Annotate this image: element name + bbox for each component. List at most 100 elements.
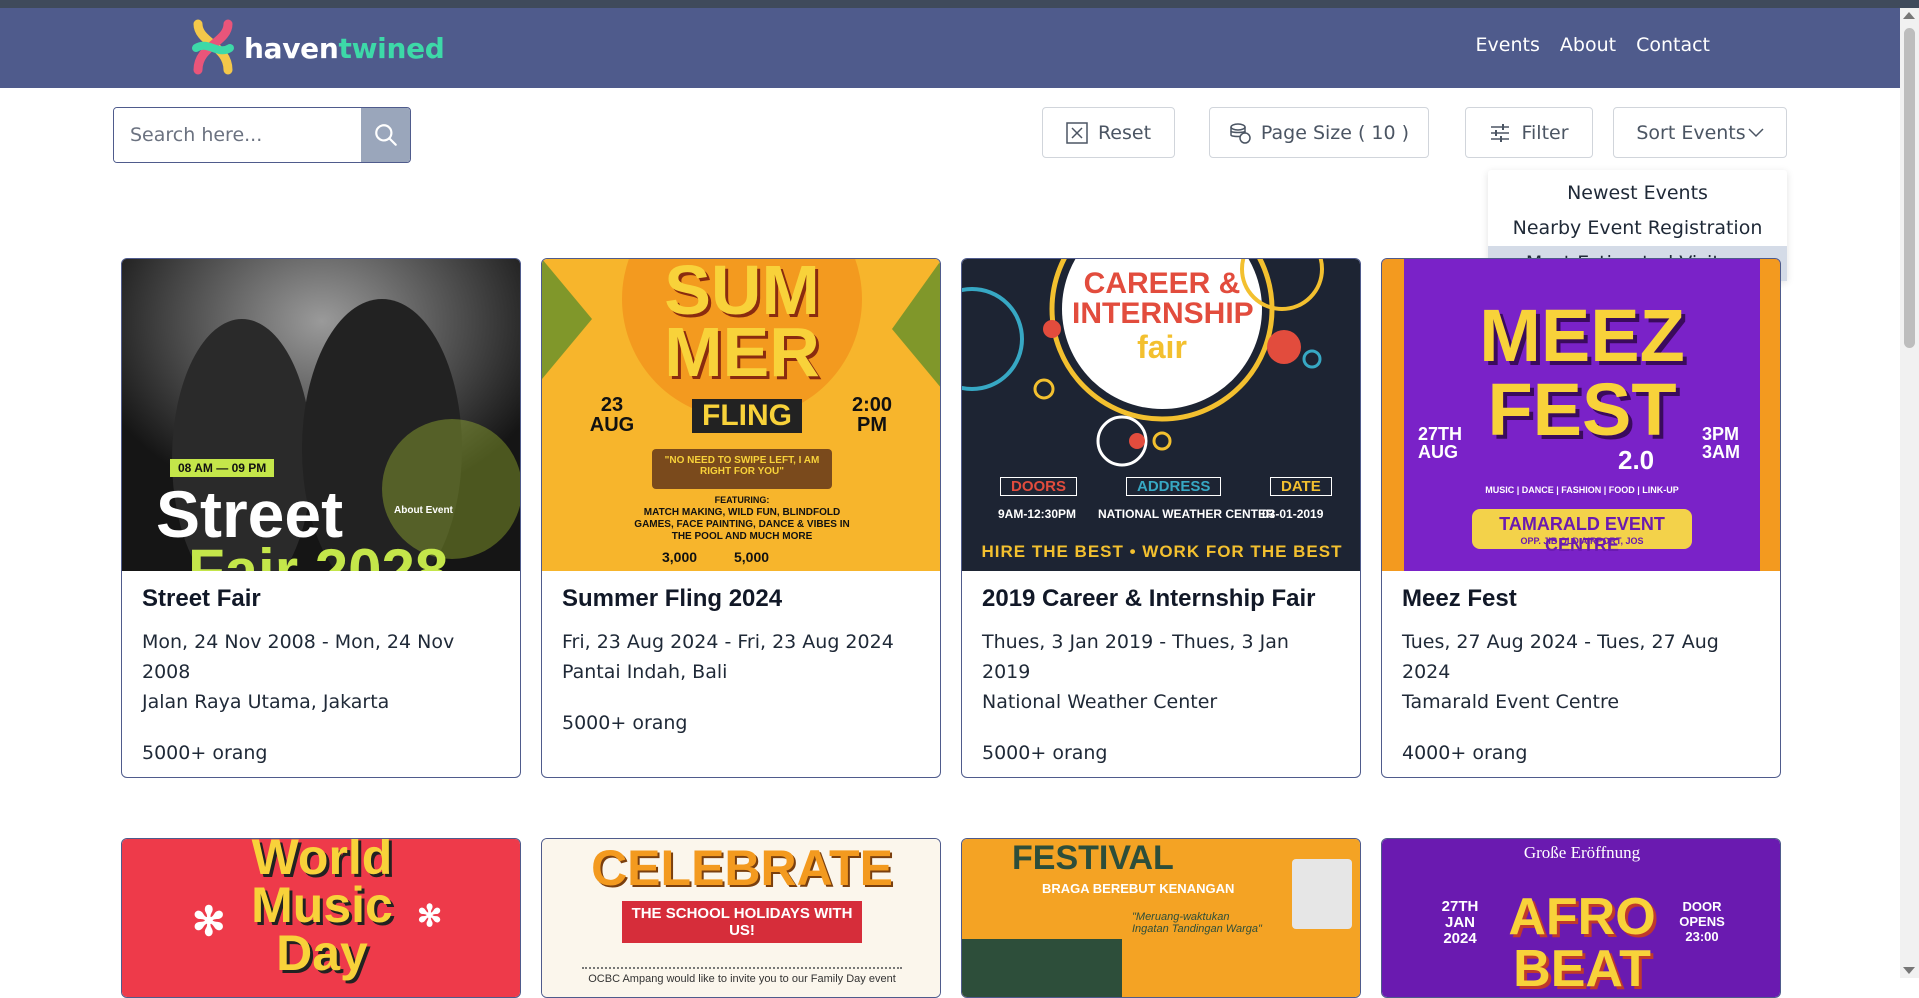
- poster-headline: MEEZ FEST: [1479, 294, 1685, 451]
- event-card[interactable]: World Music Day ✻ ✻: [121, 838, 521, 998]
- nav-link-events[interactable]: Events: [1476, 34, 1540, 56]
- poster-tag: "NO NEED TO SWIPE LEFT, I AM RIGHT FOR Y…: [664, 455, 820, 477]
- poster-label-date: DATE: [1270, 477, 1332, 496]
- poster-photo: [962, 939, 1122, 997]
- event-card[interactable]: CAREER & INTERNSHIP fair DOORS ADDRESS D…: [961, 258, 1361, 778]
- event-card[interactable]: CELEBRATE THE SCHOOL HOLIDAYS WITH US! O…: [541, 838, 941, 998]
- poster-time: DOOR OPENS 23:00: [1679, 899, 1725, 944]
- search-button[interactable]: [361, 108, 410, 162]
- poster-label-doors: DOORS: [1000, 477, 1078, 496]
- poster-photo: [1292, 859, 1352, 929]
- event-title: Street Fair: [142, 585, 261, 612]
- poster-value-address: NATIONAL WEATHER CENTER: [1098, 507, 1275, 521]
- event-card[interactable]: SUM MER FLING 23 AUG 2:00 PM "NO NEED TO…: [541, 258, 941, 778]
- poster-value-doors: 9AM-12:30PM: [998, 507, 1077, 521]
- event-card[interactable]: 08 AM — 09 PM Street Fair 2028 About Eve…: [121, 258, 521, 778]
- poster-sub: BRAGA BEREBUT KENANGAN: [1042, 881, 1235, 896]
- poster-version: 2.0: [1618, 445, 1655, 475]
- event-date: Thues, 3 Jan 2019 - Thues, 3 Jan 2019: [982, 631, 1289, 683]
- poster-details: MATCH MAKING, WILD FUN, BLINDFOLD GAMES,…: [634, 507, 850, 542]
- event-date: Tues, 27 Aug 2024 - Tues, 27 Aug 2024: [1402, 631, 1719, 683]
- event-date: Fri, 23 Aug 2024 - Fri, 23 Aug 2024: [562, 631, 894, 653]
- poster-quote: "Meruang-waktukan Ingatan Tandingan Warg…: [1132, 911, 1262, 935]
- event-title: 2019 Career & Internship Fair: [982, 585, 1316, 612]
- poster-headline: CELEBRATE: [591, 840, 893, 896]
- event-date: Mon, 24 Nov 2008 - Mon, 24 Nov 2008: [142, 631, 455, 683]
- brand-logo[interactable]: haventwined: [190, 18, 445, 78]
- scrollbar-thumb[interactable]: [1904, 28, 1915, 348]
- event-card[interactable]: FESTIVAL BRAGA BEREBUT KENANGAN "Meruang…: [961, 838, 1361, 998]
- page-size-label: Page Size ( 10 ): [1260, 121, 1410, 144]
- poster-headline: AFRO BEAT: [1508, 888, 1656, 998]
- poster-headline: World Music Day: [251, 839, 393, 981]
- logo-icon: [190, 18, 236, 78]
- poster-price-2: 5,000: [734, 549, 770, 565]
- event-title: Meez Fest: [1402, 585, 1517, 612]
- search-icon: [374, 124, 397, 146]
- coins-icon: [1230, 122, 1251, 144]
- poster-venue: TAMARALD EVENT CENTRE: [1499, 514, 1665, 555]
- poster-footer: HIRE THE BEST • WORK FOR THE BEST: [981, 542, 1343, 561]
- poster-headline: CAREER & INTERNSHIP: [1072, 267, 1254, 330]
- event-title: Summer Fling 2024: [562, 585, 783, 612]
- page-size-button[interactable]: Page Size ( 10 ): [1209, 107, 1429, 158]
- poster-subline: Fair 2028: [188, 537, 449, 572]
- filter-button[interactable]: Filter: [1465, 107, 1593, 158]
- poster-venue-sub: OPP. JIB OLD AIRPORT, JOS: [1520, 536, 1644, 546]
- brand-name-part2: twined: [338, 31, 445, 65]
- reset-button[interactable]: Reset: [1042, 107, 1175, 158]
- poster-top: Große Eröffnung: [1523, 843, 1641, 862]
- event-poster: World Music Day ✻ ✻: [122, 839, 520, 997]
- event-location: Pantai Indah, Bali: [562, 661, 728, 683]
- poster-date: 27TH AUG: [1418, 424, 1463, 462]
- event-poster: MEEZ FEST 2.0 27TH AUG 3PM 3AM MUSIC | D…: [1382, 259, 1780, 571]
- poster-badge: 08 AM — 09 PM: [170, 459, 275, 477]
- sort-events-dropdown[interactable]: Sort Events: [1613, 107, 1787, 158]
- event-location: Jalan Raya Utama, Jakarta: [142, 691, 390, 713]
- browser-top-strip: [0, 0, 1919, 8]
- poster-time: 3PM 3AM: [1702, 424, 1741, 462]
- event-poster: CELEBRATE THE SCHOOL HOLIDAYS WITH US! O…: [542, 839, 940, 997]
- poster-ribbon: THE SCHOOL HOLIDAYS WITH US!: [622, 901, 862, 943]
- close-box-icon: [1066, 121, 1088, 144]
- poster-sub: FLING: [692, 399, 802, 433]
- sort-option-nearby[interactable]: Nearby Event Registration: [1488, 211, 1787, 246]
- event-poster: SUM MER FLING 23 AUG 2:00 PM "NO NEED TO…: [542, 259, 940, 571]
- filter-label: Filter: [1521, 121, 1569, 144]
- nav-links: Events About Contact: [1476, 34, 1710, 56]
- nav-link-contact[interactable]: Contact: [1636, 34, 1710, 56]
- search-input[interactable]: [114, 108, 361, 162]
- event-poster: 08 AM — 09 PM Street Fair 2028 About Eve…: [122, 259, 520, 571]
- scroll-up-arrow-icon[interactable]: [1903, 12, 1915, 19]
- sort-label: Sort Events: [1636, 121, 1746, 144]
- poster-label-address: ADDRESS: [1126, 477, 1222, 496]
- poster-price-1: 3,000: [662, 549, 698, 565]
- event-location: Tamarald Event Centre: [1402, 691, 1620, 713]
- event-card[interactable]: MEEZ FEST 2.0 27TH AUG 3PM 3AM MUSIC | D…: [1381, 258, 1781, 778]
- poster-featuring: FEATURING:: [714, 495, 770, 505]
- event-poster: Große Eröffnung AFRO BEAT 27TH JAN 2024 …: [1382, 839, 1780, 998]
- poster-note: OCBC Ampang would like to invite you to …: [582, 967, 902, 985]
- reset-label: Reset: [1097, 121, 1152, 144]
- poster-sub: fair: [1137, 329, 1187, 365]
- event-visitors: 4000+ orang: [1402, 742, 1528, 764]
- nav-link-about[interactable]: About: [1560, 34, 1616, 56]
- flower-icon: ✻: [417, 900, 443, 933]
- event-location: National Weather Center: [982, 691, 1218, 713]
- event-poster: FESTIVAL BRAGA BEREBUT KENANGAN "Meruang…: [962, 839, 1360, 997]
- poster-value-date: 03-01-2019: [1262, 507, 1324, 521]
- scroll-down-arrow-icon[interactable]: [1903, 967, 1915, 974]
- event-card[interactable]: Große Eröffnung AFRO BEAT 27TH JAN 2024 …: [1381, 838, 1781, 998]
- sort-option-newest[interactable]: Newest Events: [1488, 176, 1787, 211]
- poster-date: 23 AUG: [589, 394, 635, 436]
- sliders-icon: [1491, 123, 1510, 142]
- brand-name: haventwined: [244, 32, 445, 65]
- event-visitors: 5000+ orang: [562, 712, 688, 734]
- brand-name-part1: haven: [244, 31, 339, 65]
- poster-categories: MUSIC | DANCE | FASHION | FOOD | LINK-UP: [1485, 485, 1679, 495]
- search-bar: [113, 107, 411, 163]
- poster-time: 2:00 PM: [851, 394, 893, 436]
- vertical-scrollbar[interactable]: [1900, 8, 1919, 978]
- event-visitors: 5000+ orang: [982, 742, 1108, 764]
- poster-date: 27TH JAN 2024: [1441, 898, 1479, 947]
